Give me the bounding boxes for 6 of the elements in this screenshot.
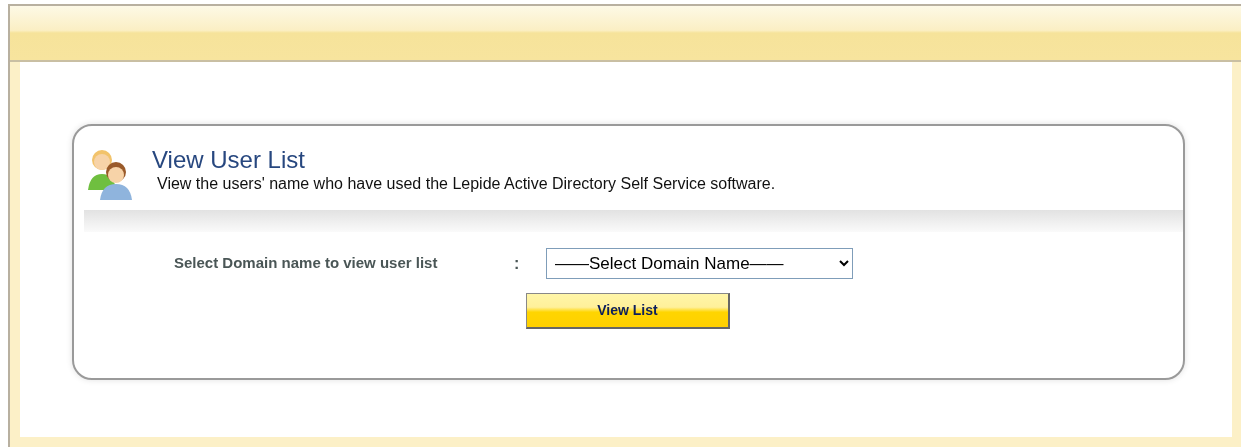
domain-label: Select Domain name to view user list: [174, 253, 439, 274]
panel-title: View User List: [152, 146, 306, 174]
domain-select[interactable]: ——Select Domain Name——: [546, 248, 853, 279]
panel-description: View the users' name who have used the Lepide Active Directory Self Service software.: [157, 174, 776, 194]
label-separator: :: [514, 253, 521, 274]
view-list-button[interactable]: View List: [526, 293, 730, 329]
